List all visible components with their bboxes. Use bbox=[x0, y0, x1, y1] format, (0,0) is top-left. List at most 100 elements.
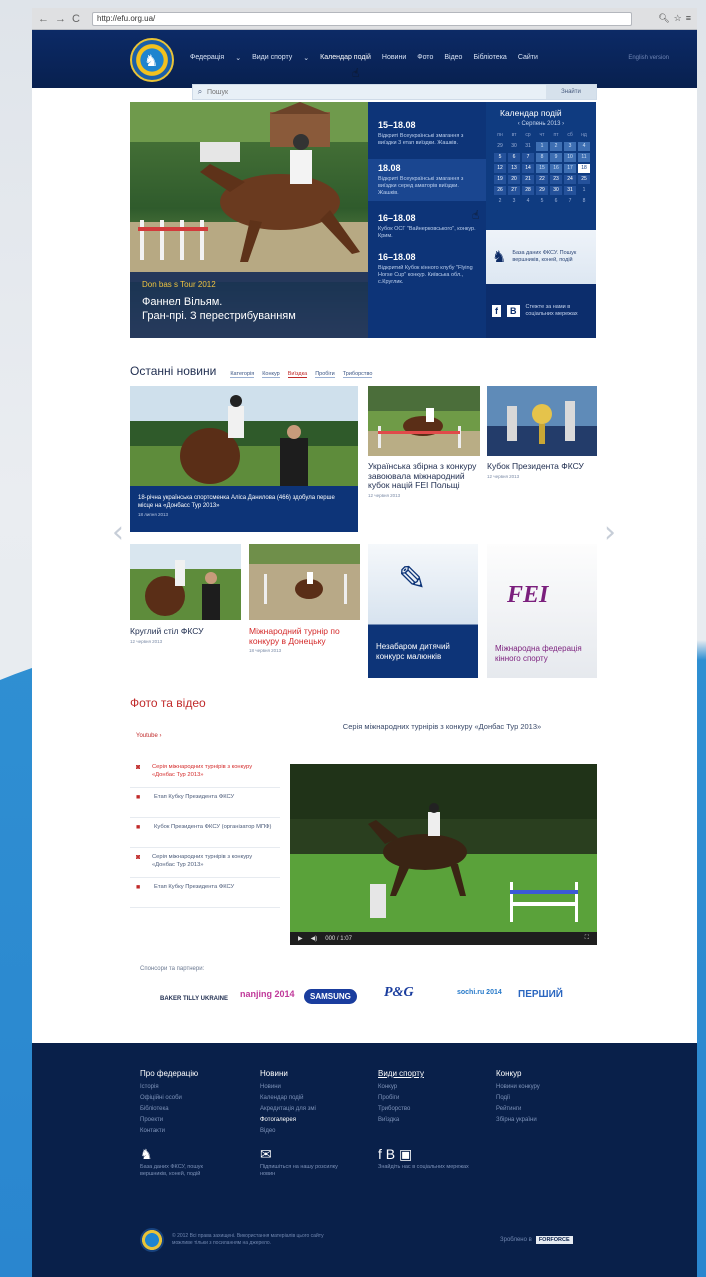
zoom-icon[interactable]: 🔍︎ bbox=[658, 13, 669, 24]
calendar-day[interactable]: 13 bbox=[508, 164, 520, 173]
agency-logo[interactable]: FORFORCE bbox=[535, 1236, 573, 1244]
calendar-day[interactable]: 14 bbox=[522, 164, 534, 173]
database-block[interactable]: ♞ База даних ФКСУ. Пошук вершників, коне… bbox=[486, 230, 596, 284]
calendar-day[interactable]: 31 bbox=[564, 186, 576, 195]
event-item[interactable]: 16–18.08 Кубок ОСГ "Вайнерковського", кон… bbox=[378, 213, 476, 240]
next-arrow-icon[interactable]: › bbox=[604, 515, 616, 550]
forward-icon[interactable]: → bbox=[55, 13, 66, 25]
calendar-day[interactable]: 31 bbox=[522, 142, 534, 151]
english-version-link[interactable]: English version bbox=[628, 55, 669, 61]
calendar-day[interactable]: 3 bbox=[564, 142, 576, 151]
calendar-day[interactable]: 10 bbox=[564, 153, 576, 162]
federation-logo[interactable]: ♞ bbox=[130, 38, 174, 82]
footer-heading[interactable]: Конкур bbox=[496, 1069, 540, 1078]
sponsor-logo[interactable]: sochi.ru 2014 bbox=[457, 989, 502, 996]
footer-link[interactable]: Триборство bbox=[378, 1104, 424, 1115]
category-link[interactable]: Конкур bbox=[262, 371, 280, 378]
footer-link[interactable]: Відео bbox=[260, 1126, 316, 1137]
calendar-day[interactable]: 29 bbox=[536, 186, 548, 195]
hero-title[interactable]: Фаннел Вільям. Гран-прі. З перестрибуван… bbox=[142, 295, 356, 323]
news-card[interactable]: Міжнародний турнір по конкуру в Донецьку… bbox=[249, 544, 360, 684]
category-link[interactable]: Виїздка bbox=[287, 371, 308, 378]
calendar-day[interactable]: 28 bbox=[522, 186, 534, 195]
sponsor-logo[interactable]: ПЕРШИЙ bbox=[518, 989, 563, 1000]
calendar-day[interactable]: 15 bbox=[536, 164, 548, 173]
nav-item[interactable]: Федерація bbox=[190, 54, 224, 62]
sponsor-logo[interactable]: P&G bbox=[384, 985, 414, 1001]
nav-item[interactable]: Види спорту bbox=[252, 54, 292, 62]
address-bar[interactable]: http://efu.org.ua/ bbox=[92, 11, 632, 26]
calendar-day[interactable]: 22 bbox=[536, 175, 548, 184]
calendar-day[interactable]: 8 bbox=[578, 197, 590, 206]
footer-link[interactable]: Події bbox=[496, 1093, 540, 1104]
video-list-item[interactable]: ■ Кубок Президента ФКСУ (організатор МПФ) bbox=[130, 818, 280, 848]
calendar-day[interactable]: 23 bbox=[550, 175, 562, 184]
play-icon[interactable]: ▶ bbox=[298, 935, 303, 942]
volume-icon[interactable]: ◀) bbox=[311, 935, 318, 942]
event-item[interactable]: 15–18.08 Відкриті Всеукраїнські змагання … bbox=[378, 120, 476, 147]
nav-item[interactable]: Календар подій bbox=[320, 54, 371, 62]
calendar-day[interactable]: 1 bbox=[536, 142, 548, 151]
calendar-day[interactable]: 30 bbox=[508, 142, 520, 151]
news-title[interactable]: 18-річна українська спортсменка Аліса Да… bbox=[138, 494, 350, 510]
news-card-featured[interactable]: 18-річна українська спортсменка Аліса Да… bbox=[130, 386, 358, 532]
news-card[interactable]: Круглий стіл ФКСУ 12 червня 2013 bbox=[130, 544, 241, 678]
hero-image[interactable]: Don bas s Tour 2012 Фаннел Вільям. Гран-… bbox=[130, 102, 368, 338]
footer-link[interactable]: Фотогалерея bbox=[260, 1115, 316, 1126]
nav-item[interactable]: Новини bbox=[382, 54, 406, 62]
category-link[interactable]: Пробіги bbox=[315, 371, 335, 378]
video-list-item[interactable]: ■ Етап Кубку Президента ФКСУ bbox=[130, 788, 280, 818]
facebook-icon[interactable]: f bbox=[492, 305, 501, 317]
calendar-day[interactable]: 9 bbox=[550, 153, 562, 162]
calendar-day[interactable]: 5 bbox=[494, 153, 506, 162]
nav-item[interactable]: Відео bbox=[444, 54, 462, 62]
event-item[interactable]: 18.08 Відкриті Всеукраїнські змагання з в… bbox=[368, 159, 486, 201]
news-card[interactable]: Українська збірна з конкуру завоювала мі… bbox=[368, 386, 480, 526]
calendar-day[interactable]: 25 bbox=[578, 175, 590, 184]
calendar-day[interactable]: 21 bbox=[522, 175, 534, 184]
category-link[interactable]: Категорія bbox=[230, 371, 255, 378]
footer-heading[interactable]: Про федерацію bbox=[140, 1069, 198, 1078]
fei-card[interactable]: FEI Міжнародна федерація кінного спорту bbox=[487, 544, 597, 678]
news-title[interactable]: Круглий стіл ФКСУ bbox=[130, 626, 241, 637]
star-icon[interactable]: ☆ bbox=[674, 13, 682, 24]
calendar-day[interactable]: 1 bbox=[578, 186, 590, 195]
calendar-day[interactable]: 2 bbox=[494, 197, 506, 206]
calendar-day[interactable]: 11 bbox=[578, 153, 590, 162]
calendar-day[interactable]: 5 bbox=[536, 197, 548, 206]
search-input[interactable] bbox=[207, 88, 546, 96]
video-list-item[interactable]: ■ Етап Кубку Президента ФКСУ bbox=[130, 878, 280, 908]
prev-arrow-icon[interactable]: ‹ bbox=[112, 515, 124, 550]
footer-link[interactable]: Конкур bbox=[378, 1082, 424, 1093]
footer-link[interactable]: Виїздка bbox=[378, 1115, 424, 1126]
calendar-day[interactable]: 4 bbox=[522, 197, 534, 206]
news-card[interactable]: Кубок Президента ФКСУ 12 червня 2013 bbox=[487, 386, 597, 526]
calendar-day[interactable]: 26 bbox=[494, 186, 506, 195]
nav-item[interactable]: Фото bbox=[417, 54, 433, 62]
category-link[interactable]: Триборство bbox=[342, 371, 373, 378]
calendar-day[interactable]: 29 bbox=[494, 142, 506, 151]
calendar-month-switch[interactable]: ‹ Серпень 2013 › bbox=[494, 121, 588, 127]
video-player[interactable]: ▶ ◀) 000 / 1:07 ⛶ bbox=[290, 764, 597, 945]
calendar-day[interactable]: 8 bbox=[536, 153, 548, 162]
vk-icon[interactable]: B bbox=[507, 305, 520, 317]
calendar-day[interactable]: 20 bbox=[508, 175, 520, 184]
news-title[interactable]: Міжнародний турнір по конкуру в Донецьку bbox=[249, 626, 360, 646]
footer-link[interactable]: Рейтинги bbox=[496, 1104, 540, 1115]
fullscreen-icon[interactable]: ⛶ bbox=[585, 935, 597, 942]
calendar-day[interactable]: 7 bbox=[522, 153, 534, 162]
calendar-day[interactable]: 24 bbox=[564, 175, 576, 184]
footer-link[interactable]: Пробіги bbox=[378, 1093, 424, 1104]
nav-item[interactable]: Бібліотека bbox=[473, 54, 506, 62]
footer-heading[interactable]: Види спорту bbox=[378, 1069, 424, 1078]
footer-heading[interactable]: Новини bbox=[260, 1069, 316, 1078]
sponsor-logo[interactable]: SAMSUNG bbox=[304, 989, 357, 1004]
footer-link[interactable]: Новини конкуру bbox=[496, 1082, 540, 1093]
social-block[interactable]: f B Стежте за нами в соціальних мережах bbox=[486, 284, 596, 338]
back-icon[interactable]: ← bbox=[38, 13, 49, 25]
footer-newsletter[interactable]: ✉ Підпишіться на нашу розсилку новин bbox=[260, 1147, 350, 1178]
event-item[interactable]: 16–18.08 Відкритий Кубок кінного клубу "F… bbox=[378, 252, 476, 286]
footer-link[interactable]: Новини bbox=[260, 1082, 316, 1093]
footer-link[interactable]: Акредитація для змі bbox=[260, 1104, 316, 1115]
video-list-item[interactable]: ◙ Серія міжнародних турнірів з конкуру «Д… bbox=[130, 848, 280, 878]
